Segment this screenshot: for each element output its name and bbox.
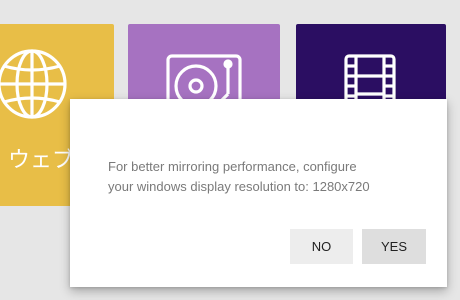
- tile-web-label: ウェブ: [8, 148, 75, 173]
- globe-icon: [0, 49, 67, 119]
- yes-button[interactable]: YES: [362, 229, 426, 264]
- app-screen: ウェブ For better mirroring performance, co…: [0, 0, 460, 300]
- dialog-message-line-2: your windows display resolution to: 1280…: [108, 179, 370, 194]
- no-button[interactable]: NO: [290, 229, 353, 264]
- dialog-message-line-1: For better mirroring performance, config…: [108, 159, 357, 174]
- dialog-message: For better mirroring performance, config…: [108, 157, 428, 197]
- resolution-dialog: For better mirroring performance, config…: [70, 99, 447, 287]
